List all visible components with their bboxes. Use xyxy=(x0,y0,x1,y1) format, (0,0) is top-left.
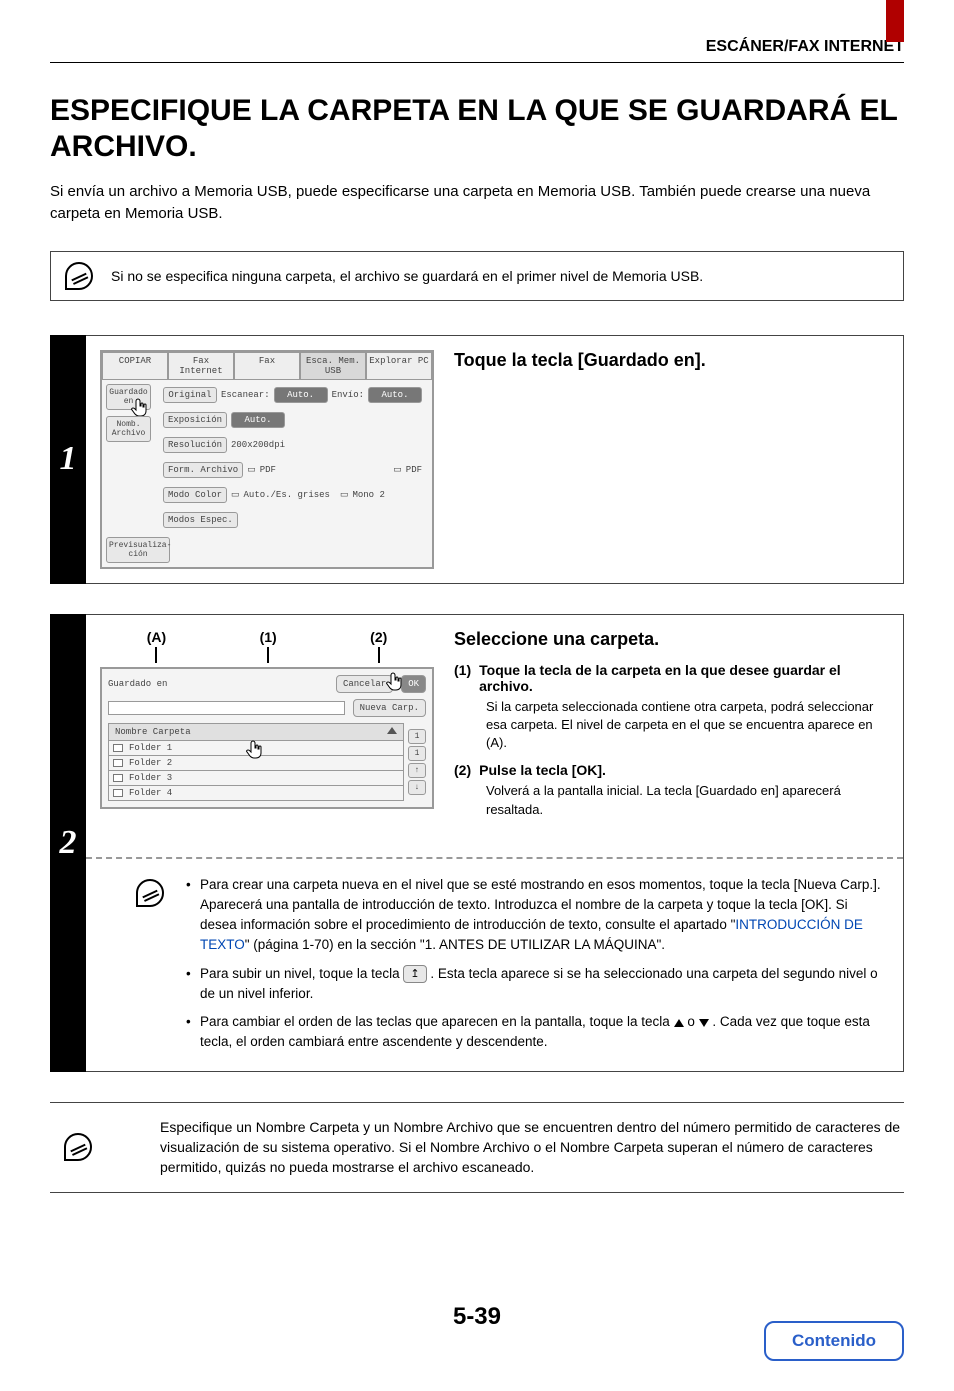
sort-asc-icon xyxy=(674,1019,684,1027)
note3-part-b: o xyxy=(684,1014,699,1029)
step2-title: Seleccione una carpeta. xyxy=(454,629,889,650)
sort-asc-icon xyxy=(387,727,397,734)
resolucion-value: 200x200dpi xyxy=(231,440,285,450)
hand-cursor-icon xyxy=(382,671,406,695)
note-top: Si no se especifica ninguna carpeta, el … xyxy=(50,251,904,301)
new-folder-button[interactable]: Nueva Carp. xyxy=(353,699,426,717)
note-bottom-text: Especifique un Nombre Carpeta y un Nombr… xyxy=(160,1119,900,1176)
callout-1: (1) xyxy=(260,629,277,663)
folder-item-label: Folder 4 xyxy=(129,788,172,798)
substep-1-num: (1) xyxy=(454,662,471,694)
pdf-icon-2: ▭ xyxy=(393,465,402,475)
original-button[interactable]: Original xyxy=(163,387,217,403)
folder-item-label: Folder 1 xyxy=(129,743,172,753)
step2-notes: Para crear una carpeta nueva en el nivel… xyxy=(86,859,903,1071)
step-number: 1 xyxy=(60,440,77,478)
lcd-panel-step1: COPIAR Fax Internet Fax Esca. Mem. USB E… xyxy=(100,350,434,569)
modo-color-value: Auto./Es. grises xyxy=(244,490,330,500)
hand-cursor-icon xyxy=(242,739,266,763)
folder-icon xyxy=(113,774,123,782)
tab-explorar-pc[interactable]: Explorar PC xyxy=(366,352,432,380)
modos-espec-button[interactable]: Modos Espec. xyxy=(163,512,238,528)
pencil-icon xyxy=(64,1133,92,1161)
scroll-controls: 1 1 ↑ ↓ xyxy=(408,729,426,795)
step-number-col: 2 xyxy=(50,614,86,1072)
section-tab-marker xyxy=(886,0,904,42)
page-indicator: 1 xyxy=(408,729,426,744)
folder-icon xyxy=(113,789,123,797)
form-archivo-value: PDF xyxy=(260,465,276,475)
note-bottom: Especifique un Nombre Carpeta y un Nombr… xyxy=(50,1102,904,1193)
escanear-label: Escanear: xyxy=(221,390,270,400)
saved-in-label: Guardado en xyxy=(108,679,167,689)
escanear-value: Auto. xyxy=(274,387,328,403)
form-archivo-button[interactable]: Form. Archivo xyxy=(163,462,243,478)
nomb-archivo-button[interactable]: Nomb. Archivo xyxy=(106,416,151,442)
note1-part-b: " (página 1-70) en la sección "1. ANTES … xyxy=(245,937,665,952)
folder-icon xyxy=(113,744,123,752)
guardado-en-button[interactable]: Guardado en xyxy=(106,384,151,410)
folder-item-label: Folder 3 xyxy=(129,773,172,783)
pdf-icon: ▭ xyxy=(247,465,256,475)
resolucion-button[interactable]: Resolución xyxy=(163,437,227,453)
envio-label: Envío: xyxy=(332,390,364,400)
mono-icon: ▭ xyxy=(340,490,349,500)
envio-value: Auto. xyxy=(368,387,422,403)
tab-esca-mem-usb[interactable]: Esca. Mem. USB xyxy=(300,352,366,380)
scroll-down-button[interactable]: ↓ xyxy=(408,780,426,795)
folder-item[interactable]: Folder 4 xyxy=(108,786,404,801)
substep-2-text: Volverá a la pantalla inicial. La tecla … xyxy=(486,782,889,818)
substep-1-text: Si la carpeta seleccionada contiene otra… xyxy=(486,698,889,753)
substep-2-num: (2) xyxy=(454,762,471,778)
callout-2: (2) xyxy=(370,629,387,663)
lcd-panel-step2: Guardado en Cancelar OK Nueva Carp. Nomb… xyxy=(100,667,434,809)
note-top-text: Si no se especifica ninguna carpeta, el … xyxy=(111,268,703,284)
callout-a: (A) xyxy=(147,629,166,663)
exposicion-value: Auto. xyxy=(231,412,285,428)
pencil-icon xyxy=(65,262,93,290)
form-archivo-value2: PDF xyxy=(406,465,422,475)
tab-fax-internet[interactable]: Fax Internet xyxy=(168,352,234,380)
path-field xyxy=(108,701,345,715)
folder-item-label: Folder 2 xyxy=(129,758,172,768)
sort-desc-icon xyxy=(699,1019,709,1027)
folder-item[interactable]: Folder 3 xyxy=(108,771,404,786)
previsualizacion-button[interactable]: Previsualiza- ción xyxy=(106,537,170,563)
note-item-2: Para subir un nivel, toque la tecla ↥ . … xyxy=(186,964,887,1005)
step-number: 2 xyxy=(60,824,77,862)
up-level-icon: ↥ xyxy=(403,965,426,983)
step1-title: Toque la tecla [Guardado en]. xyxy=(454,350,889,371)
note-item-1: Para crear una carpeta nueva en el nivel… xyxy=(186,875,887,956)
exposicion-button[interactable]: Exposición xyxy=(163,412,227,428)
page-title: ESPECIFIQUE LA CARPETA EN LA QUE SE GUAR… xyxy=(50,93,904,165)
running-header: ESCÁNER/FAX INTERNET xyxy=(50,0,904,63)
step-2: 2 (A) (1) (2) Guardado en Cancelar xyxy=(50,614,904,1072)
folder-list-header-label: Nombre Carpeta xyxy=(115,727,191,737)
note3-part-a: Para cambiar el orden de las teclas que … xyxy=(200,1014,674,1029)
step-1: 1 COPIAR Fax Internet Fax Esca. Mem. USB… xyxy=(50,335,904,584)
substep-2-head: Pulse la tecla [OK]. xyxy=(479,762,606,778)
modo-color-button[interactable]: Modo Color xyxy=(163,487,227,503)
lead-paragraph: Si envía un archivo a Memoria USB, puede… xyxy=(50,181,904,225)
folder-icon xyxy=(113,759,123,767)
note-item-3: Para cambiar el orden de las teclas que … xyxy=(186,1012,887,1053)
note2-part-a: Para subir un nivel, toque la tecla xyxy=(200,966,403,981)
contents-button[interactable]: Contenido xyxy=(764,1321,904,1361)
modo-color-value2: Mono 2 xyxy=(352,490,384,500)
tab-copiar[interactable]: COPIAR xyxy=(102,352,168,380)
scroll-up-button[interactable]: ↑ xyxy=(408,763,426,778)
page-total: 1 xyxy=(408,746,426,761)
color-icon: ▭ xyxy=(231,490,240,500)
callout-row: (A) (1) (2) xyxy=(100,629,434,663)
tab-fax[interactable]: Fax xyxy=(234,352,300,380)
pencil-icon xyxy=(136,879,164,907)
step-number-col: 1 xyxy=(50,335,86,584)
substep-1-head: Toque la tecla de la carpeta en la que d… xyxy=(479,662,889,694)
